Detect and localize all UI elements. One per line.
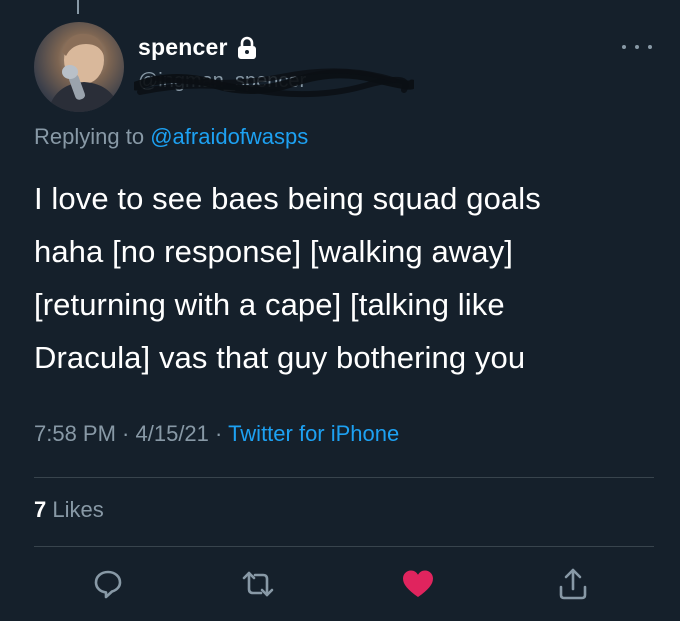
avatar-photo [48, 33, 120, 112]
thread-connector-line [77, 0, 79, 14]
like-button[interactable] [400, 566, 436, 602]
more-dot [622, 45, 626, 49]
likes-count: 7 [34, 497, 47, 522]
reply-icon [94, 570, 122, 599]
tweet-source-link[interactable]: Twitter for iPhone [228, 421, 399, 446]
divider [34, 546, 654, 547]
tweet-date[interactable]: 4/15/21 [136, 421, 209, 446]
meta-separator: · [208, 421, 229, 446]
replying-to-line: Replying to @afraidofwasps [34, 124, 308, 150]
tweet-time[interactable]: 7:58 PM [34, 421, 116, 446]
retweet-button[interactable] [240, 566, 276, 602]
author-name-row: spencer [138, 34, 258, 61]
handle-redaction-scribble [131, 64, 417, 105]
lock-icon [236, 36, 258, 60]
divider [34, 477, 654, 478]
replying-to-label: Replying to [34, 124, 145, 149]
tweet-text-line: haha [no response] [walking away] [34, 234, 513, 269]
more-dot [635, 45, 639, 49]
tweet-text-line: Dracula] vas that guy bothering you [34, 340, 526, 375]
avatar[interactable] [34, 22, 124, 112]
tweet-card: spencer @ingman_spencer Replying to @afr… [0, 0, 680, 621]
more-dot [648, 45, 652, 49]
heart-icon [403, 570, 433, 597]
display-name[interactable]: spencer [138, 34, 228, 61]
share-icon [559, 568, 587, 600]
meta-separator: · [115, 421, 136, 446]
tweet-meta: 7:58 PM · 4/15/21 · Twitter for iPhone [34, 421, 399, 447]
reply-button[interactable] [90, 566, 126, 602]
more-icon[interactable] [622, 40, 652, 54]
likes-stat[interactable]: 7 Likes [34, 497, 104, 523]
reply-mention-link[interactable]: @afraidofwasps [150, 124, 308, 149]
tweet-text: I love to see baes being squad goals hah… [34, 172, 654, 384]
tweet-text-line: I love to see baes being squad goals [34, 181, 541, 216]
likes-label: Likes [52, 497, 104, 522]
tweet-text-line: [returning with a cape] [talking like [34, 287, 505, 322]
share-button[interactable] [555, 566, 591, 602]
retweet-icon [242, 571, 274, 597]
